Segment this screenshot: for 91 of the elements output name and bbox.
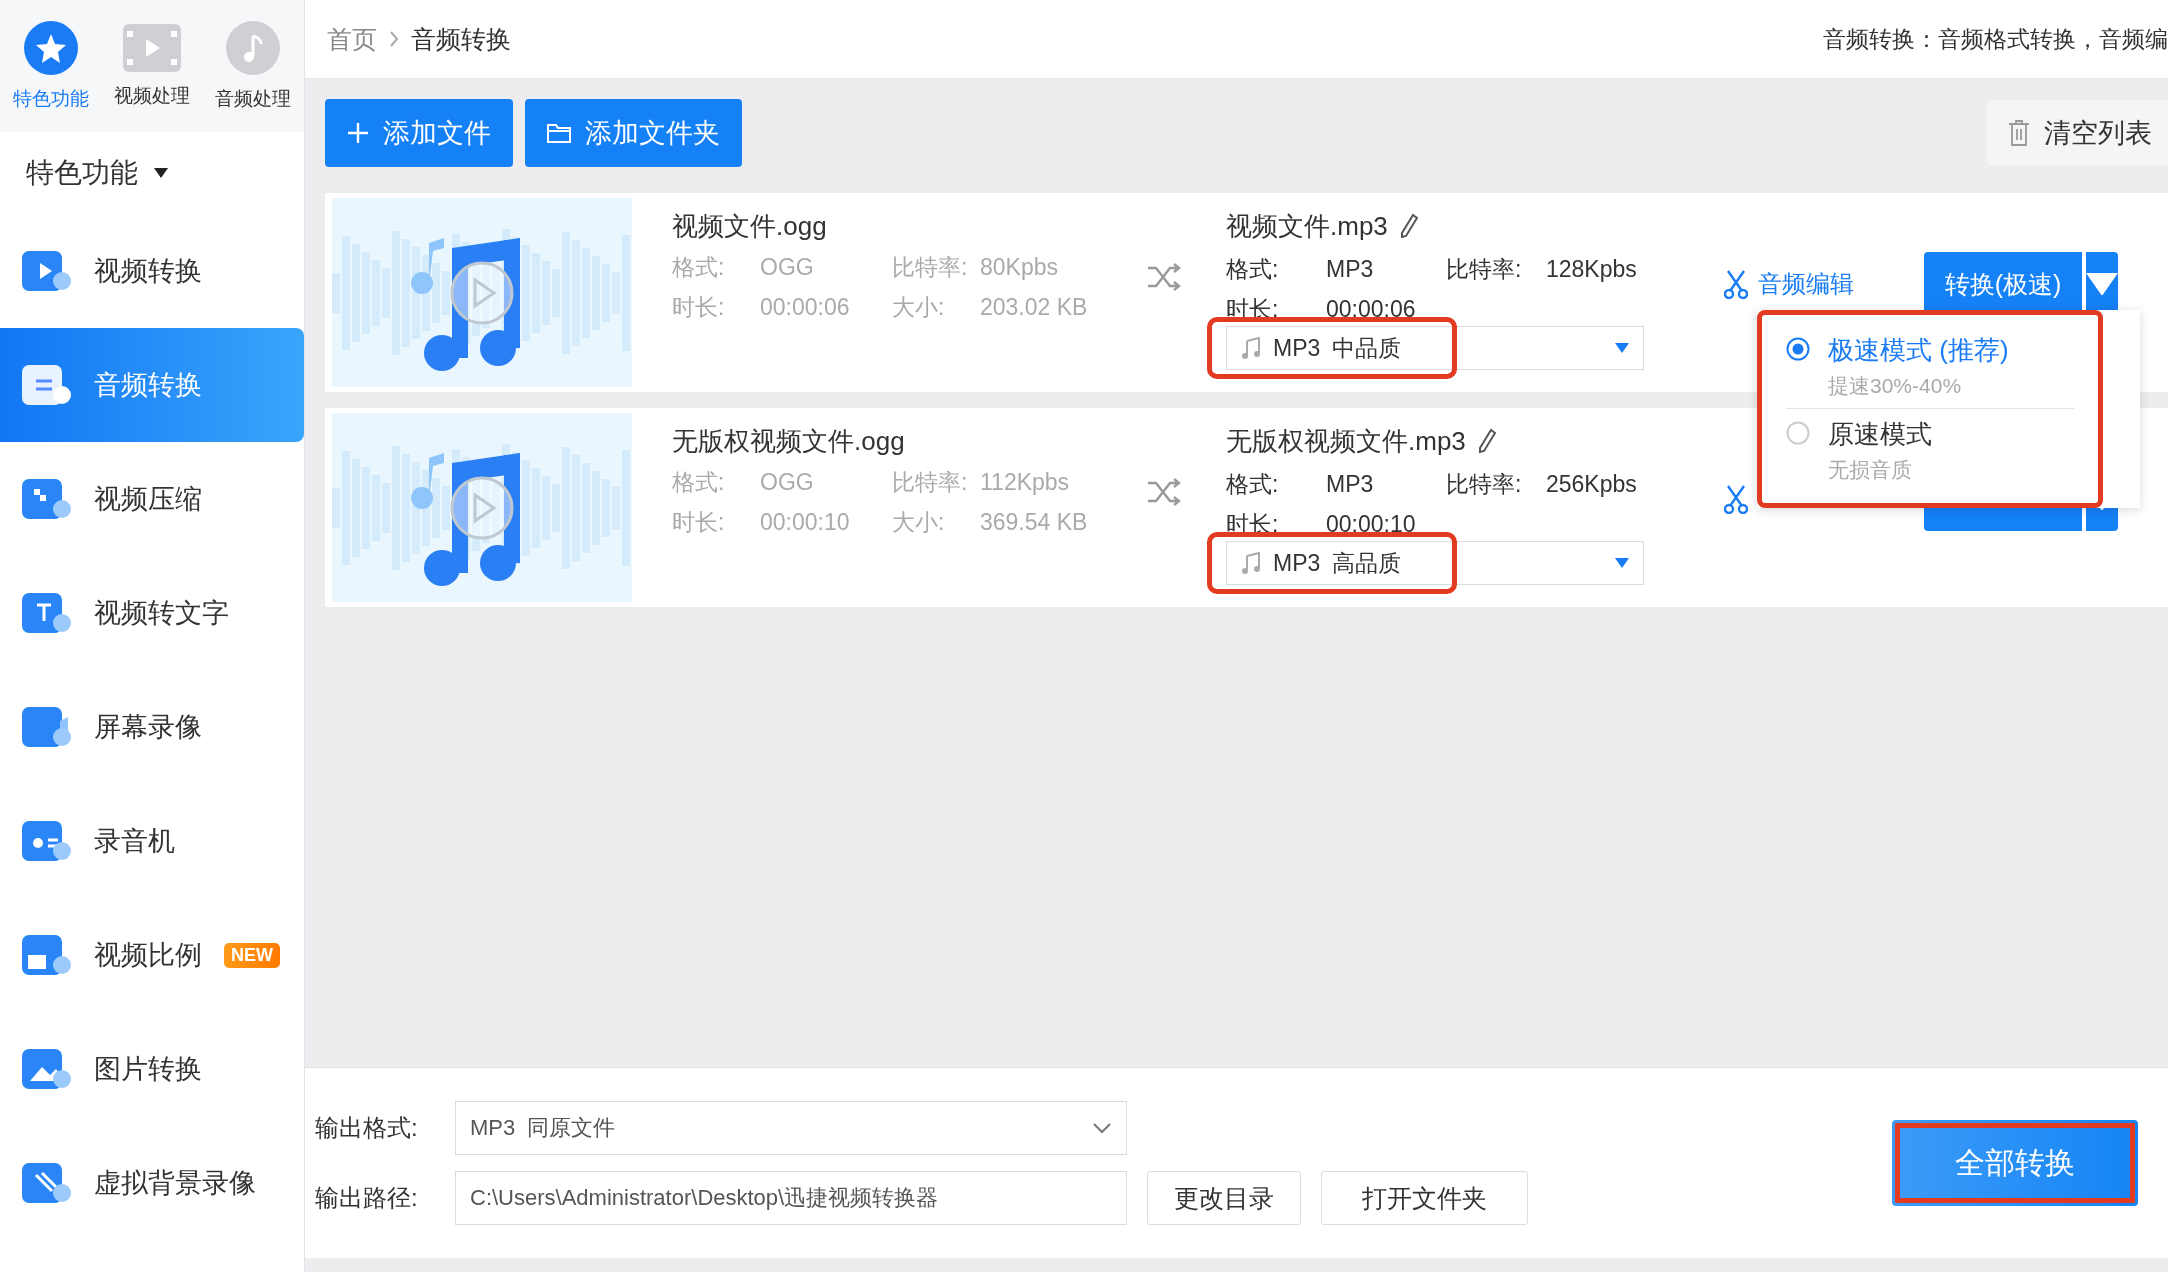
info-value: 00:00:06 <box>1326 295 1417 324</box>
info-label: 大小: <box>892 508 946 537</box>
info-value: 00:00:06 <box>760 293 851 322</box>
caret-icon <box>154 168 168 178</box>
text-icon <box>22 591 72 635</box>
add-folder-button[interactable]: 添加文件夹 <box>525 99 742 167</box>
info-value: OGG <box>760 468 815 497</box>
field-label: 输出格式: <box>315 1113 419 1143</box>
add-file-button[interactable]: 添加文件 <box>325 99 513 167</box>
category-tab[interactable]: 视频处理 <box>114 23 190 109</box>
open-folder-button[interactable]: 打开文件夹 <box>1321 1171 1528 1225</box>
image-icon <box>22 1047 72 1091</box>
pencil-icon[interactable] <box>1399 213 1418 239</box>
camera-icon <box>22 705 72 749</box>
chevron-icon <box>389 30 399 48</box>
info-label: 时长: <box>672 293 726 322</box>
quality-text: 中品质 <box>1332 333 1402 363</box>
output-path-field[interactable]: C:\Users\Administrator\Desktop\迅捷视频转换器 <box>455 1171 1127 1225</box>
radio-button[interactable] <box>1786 337 1810 361</box>
info-value: MP3 <box>1326 470 1375 499</box>
file-name: 视频文件.ogg <box>672 209 827 243</box>
sidebar-item[interactable]: 视频比例 NEW <box>0 898 304 1012</box>
chevron-down-icon <box>1092 1122 1112 1134</box>
info-label: 比特率: <box>892 468 969 497</box>
film-icon <box>22 249 72 293</box>
scissors-icon <box>1724 484 1748 514</box>
trash-icon <box>2008 119 2030 147</box>
sidebar-item[interactable]: 虚拟背景录像 <box>0 1126 304 1240</box>
info-label: 格式: <box>672 253 726 282</box>
format-text: MP3 <box>1273 549 1321 577</box>
radio-icon <box>22 819 72 863</box>
info-label: 比特率: <box>1446 470 1523 499</box>
info-value: 00:00:10 <box>760 508 851 537</box>
info-label: 大小: <box>892 293 946 322</box>
folder-icon <box>547 123 571 143</box>
file-name: 无版权视频文件.ogg <box>672 424 905 458</box>
info-value: 112Kpbs <box>980 468 1071 497</box>
speed-option[interactable]: 极速模式 (推荐) 提速30%-40% <box>1786 325 2074 408</box>
caret-icon <box>2086 272 2118 296</box>
caret-icon <box>1615 343 1629 353</box>
pencil-icon[interactable] <box>1477 428 1496 454</box>
section-title[interactable]: 特色功能 <box>26 154 138 192</box>
category-tab[interactable]: 音频处理 <box>215 20 292 112</box>
quality-text: 高品质 <box>1332 548 1402 578</box>
info-value: 80Kpbs <box>980 253 1059 282</box>
radio-button[interactable] <box>1786 421 1810 445</box>
info-label: 比特率: <box>1446 255 1523 284</box>
info-label: 时长: <box>672 508 726 537</box>
wand-icon <box>22 1161 72 1205</box>
info-label: 格式: <box>1226 255 1280 284</box>
format-text: MP3 <box>1273 334 1321 362</box>
info-label: 格式: <box>1226 470 1280 499</box>
info-value: 256Kpbs <box>1546 470 1638 499</box>
output-file-name: 无版权视频文件.mp3 <box>1226 424 1466 458</box>
change-directory-button[interactable]: 更改目录 <box>1147 1171 1301 1225</box>
breadcrumb-current: 音频转换 <box>411 23 511 55</box>
film-icon <box>122 23 182 73</box>
music-note-icon <box>1241 337 1261 359</box>
category-tab[interactable]: 特色功能 <box>12 20 89 112</box>
info-value: 128Kpbs <box>1546 255 1638 284</box>
info-value: OGG <box>760 253 815 282</box>
music-note-icon <box>1241 552 1261 574</box>
info-label: 比特率: <box>892 253 969 282</box>
info-value: MP3 <box>1326 255 1375 284</box>
sidebar-item[interactable]: 视频转文字 <box>0 556 304 670</box>
sidebar-item[interactable]: 图片转换 <box>0 1012 304 1126</box>
output-file-name: 视频文件.mp3 <box>1226 209 1388 243</box>
breadcrumb-link[interactable]: 首页 <box>327 22 377 56</box>
caret-icon <box>1615 558 1629 568</box>
field-label: 输出路径: <box>315 1183 419 1213</box>
info-value: 203.02 KB <box>980 293 1089 322</box>
new-badge: NEW <box>224 942 280 968</box>
music-note-icon <box>225 20 282 76</box>
output-format-select[interactable]: MP3 同原文件 <box>455 1101 1127 1155</box>
sidebar-item[interactable]: 视频转换 <box>0 214 304 328</box>
speed-option[interactable]: 原速模式 无损音质 <box>1786 408 2074 492</box>
ratio-icon <box>22 933 72 977</box>
scissors-icon <box>1724 269 1748 299</box>
audio-edit-link[interactable]: 音频编辑 <box>1724 268 1924 300</box>
compress-icon <box>22 477 72 521</box>
info-value: 00:00:10 <box>1326 510 1417 539</box>
clear-list-button[interactable]: 清空列表 <box>1986 100 2168 166</box>
shuffle-icon <box>1146 477 1182 507</box>
page-description: 音频转换：音频格式转换，音频编 <box>1823 24 2168 54</box>
info-value: 369.54 KB <box>980 508 1089 537</box>
sidebar-item[interactable]: 屏幕录像 <box>0 670 304 784</box>
sidebar-item[interactable]: 录音机 <box>0 784 304 898</box>
shuffle-icon <box>1146 262 1182 292</box>
sidebar-item[interactable]: 视频压缩 <box>0 442 304 556</box>
info-label: 格式: <box>672 468 726 497</box>
plus-icon <box>347 122 369 144</box>
